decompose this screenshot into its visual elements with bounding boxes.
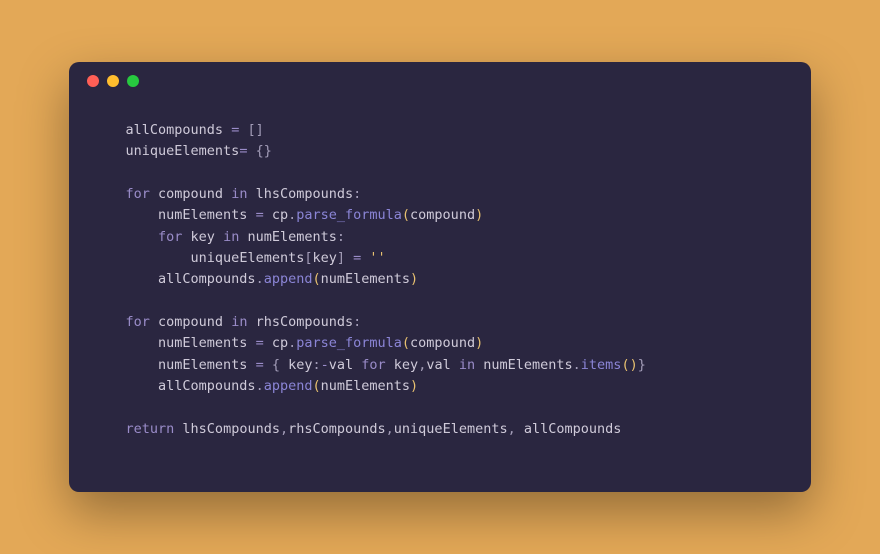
code-token: append [264,271,313,287]
code-token: , [508,421,516,437]
code-token: , [280,421,288,437]
code-token: in [459,357,475,373]
code-token: ) [410,378,418,394]
code-token: . [256,271,264,287]
code-token: : [337,229,345,245]
code-token: for [361,357,385,373]
code-token: in [231,314,247,330]
code-token: items [581,357,622,373]
code-token: { [272,357,288,373]
code-token: () [621,357,637,373]
code-token: numElements [158,207,247,223]
code-token: . [256,378,264,394]
code-token: - [321,357,329,373]
maximize-icon[interactable] [127,75,139,87]
code-token: ( [402,207,410,223]
code-token: ( [402,335,410,351]
code-content: allCompounds = [] uniqueElements= {} for… [69,100,811,464]
code-token: for [126,314,150,330]
code-token: parse_formula [296,335,402,351]
code-token: numElements [158,335,247,351]
code-token: allCompounds [158,378,256,394]
code-token: append [264,378,313,394]
code-token: numElements [321,271,410,287]
code-token: compound [410,207,475,223]
code-token: ( [313,271,321,287]
code-token: lhsCompounds [174,421,280,437]
code-token: for [158,229,182,245]
code-token: compound [150,314,231,330]
code-token: allCompounds [158,271,256,287]
code-token: = [247,357,271,373]
code-token: numElements [239,229,337,245]
code-token: compound [150,186,231,202]
code-token: compound [410,335,475,351]
minimize-icon[interactable] [107,75,119,87]
code-token: = [247,335,271,351]
close-icon[interactable] [87,75,99,87]
code-token: return [126,421,175,437]
code-token: ) [475,207,483,223]
code-token: key [386,357,419,373]
code-token: : [353,314,361,330]
code-token: : [312,357,320,373]
code-token: allCompounds [126,122,224,138]
code-token: rhsCompounds [288,421,386,437]
window-titlebar [69,62,811,100]
code-token: = [247,207,271,223]
code-token: in [223,229,239,245]
code-token: rhsCompounds [247,314,353,330]
code-token: ] [337,250,345,266]
code-token: key [312,250,336,266]
code-token: {} [256,143,272,159]
code-window: allCompounds = [] uniqueElements= {} for… [69,62,811,492]
code-token: ) [475,335,483,351]
code-token: . [288,207,296,223]
code-token: val [426,357,459,373]
code-token: parse_formula [296,207,402,223]
code-token: , [386,421,394,437]
code-token: numElements [321,378,410,394]
code-token: '' [369,250,385,266]
code-token: = [345,250,369,266]
code-token: ) [410,271,418,287]
code-token: uniqueElements [191,250,305,266]
code-token: uniqueElements [126,143,240,159]
code-token: lhsCompounds [247,186,353,202]
code-token: [] [247,122,263,138]
code-token: in [231,186,247,202]
code-token: key [182,229,223,245]
code-token: . [288,335,296,351]
code-token: uniqueElements [394,421,508,437]
code-token: . [573,357,581,373]
code-token: = [239,143,255,159]
code-token: cp [272,207,288,223]
code-token: numElements [475,357,573,373]
code-token: } [638,357,646,373]
code-token: cp [272,335,288,351]
code-token: = [223,122,247,138]
code-token: val [329,357,362,373]
code-token: numElements [158,357,247,373]
code-token: allCompounds [516,421,622,437]
code-token: : [353,186,361,202]
code-token: key [288,357,312,373]
code-token: ( [313,378,321,394]
code-token: for [126,186,150,202]
